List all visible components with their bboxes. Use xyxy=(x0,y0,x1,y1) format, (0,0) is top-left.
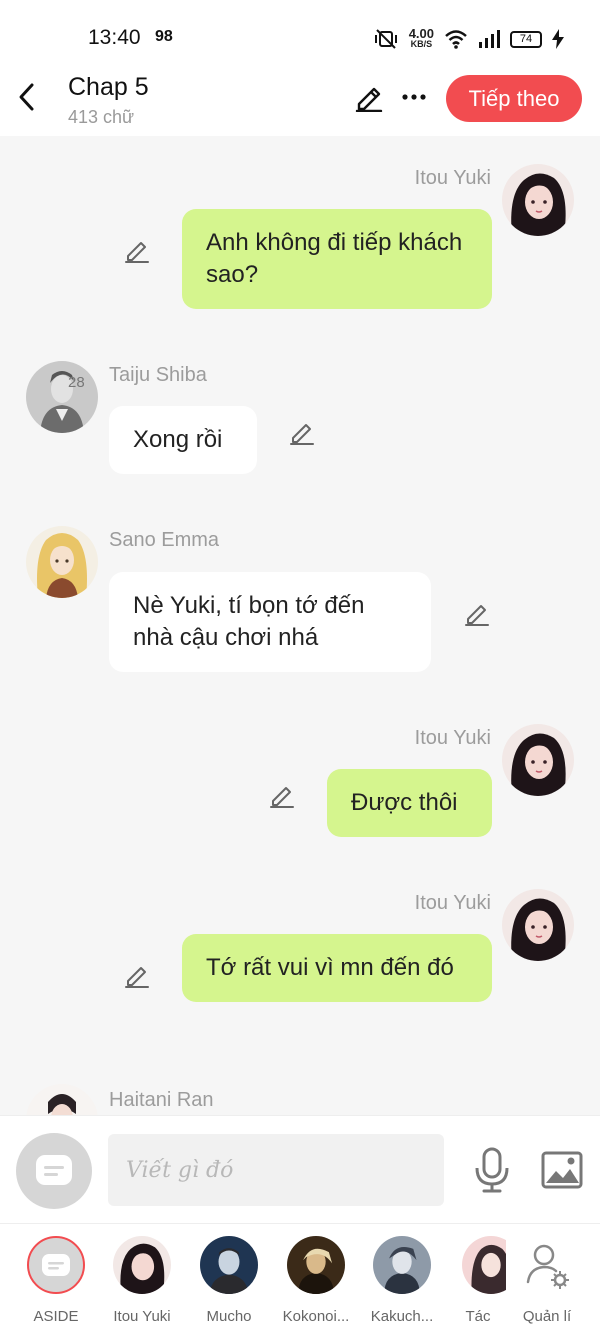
avatar[interactable]: 28 xyxy=(26,361,98,433)
character-itou-yuki[interactable]: Itou Yuki xyxy=(100,1236,184,1325)
image-icon[interactable] xyxy=(540,1150,584,1190)
sender-name: Itou Yuki xyxy=(414,727,491,749)
chat-bubble-icon xyxy=(42,1254,70,1276)
avatar-tac xyxy=(462,1236,506,1294)
message-input[interactable] xyxy=(108,1134,444,1206)
character-name: ASIDE xyxy=(33,1308,79,1325)
compose-bar xyxy=(0,1115,600,1223)
avatar[interactable] xyxy=(502,164,574,236)
next-chapter-button[interactable]: Tiếp theo xyxy=(446,75,582,122)
character-manage[interactable]: Quản lí xyxy=(505,1236,589,1325)
edit-message-icon[interactable] xyxy=(124,962,150,988)
message-bubble[interactable]: Tớ rất vui vì mn đến đó xyxy=(182,934,492,1002)
avatar-itou-yuki xyxy=(502,164,574,236)
avatar xyxy=(200,1236,258,1294)
avatar xyxy=(373,1236,431,1294)
character-name: Kakuch... xyxy=(370,1308,434,1325)
status-time: 13:40 xyxy=(88,26,141,49)
microphone-icon[interactable] xyxy=(470,1146,514,1194)
aside-toggle-button[interactable] xyxy=(16,1133,92,1209)
character-aside[interactable]: ASIDE xyxy=(14,1236,98,1325)
character-name: Itou Yuki xyxy=(113,1308,171,1325)
mute-vibrate-icon xyxy=(374,29,397,49)
sender-name: Itou Yuki xyxy=(414,892,491,914)
avatar[interactable] xyxy=(502,889,574,961)
network-speed: 4.00 KB/S xyxy=(408,26,434,49)
avatar xyxy=(462,1236,506,1294)
avatar-badge: 28 xyxy=(68,374,85,391)
word-count: 413 chữ xyxy=(68,107,135,127)
character-name: Kokonoi... xyxy=(282,1308,350,1325)
edit-message-icon[interactable] xyxy=(269,782,295,808)
chat-bubble-icon xyxy=(36,1155,72,1185)
sender-name: Haitani Ran xyxy=(109,1089,214,1111)
status-notification-count: 98 xyxy=(155,28,173,45)
character-name: Mucho xyxy=(206,1308,252,1325)
avatar xyxy=(113,1236,171,1294)
chapter-header: Chap 5 413 chữ Tiếp theo xyxy=(0,70,600,136)
character-name: Tác xyxy=(465,1308,491,1325)
sender-name: Taiju Shiba xyxy=(109,364,207,386)
avatar-sano-emma xyxy=(26,526,98,598)
status-icons: 4.00 KB/S 74 xyxy=(373,26,564,52)
edit-icon[interactable] xyxy=(354,82,384,112)
character-kokonoi[interactable]: Kokonoi... xyxy=(274,1236,358,1325)
wifi-icon xyxy=(445,30,467,49)
avatar-mucho xyxy=(200,1236,258,1294)
avatar-itou-yuki xyxy=(502,889,574,961)
character-bar: ASIDE Itou Yuki Mucho Kokonoi... Kakuch.… xyxy=(0,1223,600,1333)
status-bar: 13:40 98 4.00 KB/S 74 xyxy=(0,0,600,70)
message-bubble[interactable]: Anh không đi tiếp khách sao? xyxy=(182,209,492,309)
chat-area: Itou Yuki Anh không đi tiếp khách sao? 2… xyxy=(0,136,600,1115)
manage-users-icon xyxy=(526,1244,569,1289)
back-arrow-icon[interactable] xyxy=(14,82,40,112)
sender-name: Sano Emma xyxy=(109,529,220,551)
charging-icon xyxy=(552,29,564,49)
avatar xyxy=(518,1236,576,1294)
avatar-taiju-shiba: 28 xyxy=(26,361,98,433)
avatar-itou-yuki xyxy=(113,1236,171,1294)
message-bubble[interactable]: Xong rồi xyxy=(109,406,257,474)
chapter-title: Chap 5 xyxy=(68,73,149,101)
avatar[interactable] xyxy=(26,1084,98,1115)
network-speed-unit: KB/S xyxy=(410,39,433,49)
avatar-haitani-ran xyxy=(26,1084,98,1115)
character-mucho[interactable]: Mucho xyxy=(187,1236,271,1325)
avatar[interactable] xyxy=(502,724,574,796)
avatar[interactable] xyxy=(26,526,98,598)
edit-message-icon[interactable] xyxy=(289,419,315,445)
sender-name: Itou Yuki xyxy=(414,167,491,189)
avatar-kokonoi xyxy=(287,1236,345,1294)
message-bubble[interactable]: Được thôi xyxy=(327,769,492,837)
battery-indicator: 74 xyxy=(510,30,542,48)
avatar xyxy=(27,1236,85,1294)
signal-icon xyxy=(479,30,500,48)
character-tac[interactable]: Tác xyxy=(450,1236,506,1325)
edit-message-icon[interactable] xyxy=(124,237,150,263)
avatar-kakucho xyxy=(373,1236,431,1294)
character-kakucho[interactable]: Kakuch... xyxy=(360,1236,444,1325)
character-name: Quản lí xyxy=(522,1308,572,1325)
network-speed-value: 4.00 xyxy=(408,26,434,41)
more-options-icon[interactable] xyxy=(401,84,427,110)
edit-message-icon[interactable] xyxy=(464,600,490,626)
message-bubble[interactable]: Nè Yuki, tí bọn tớ đến nhà cậu chơi nhá xyxy=(109,572,431,672)
avatar xyxy=(287,1236,345,1294)
avatar-itou-yuki xyxy=(502,724,574,796)
